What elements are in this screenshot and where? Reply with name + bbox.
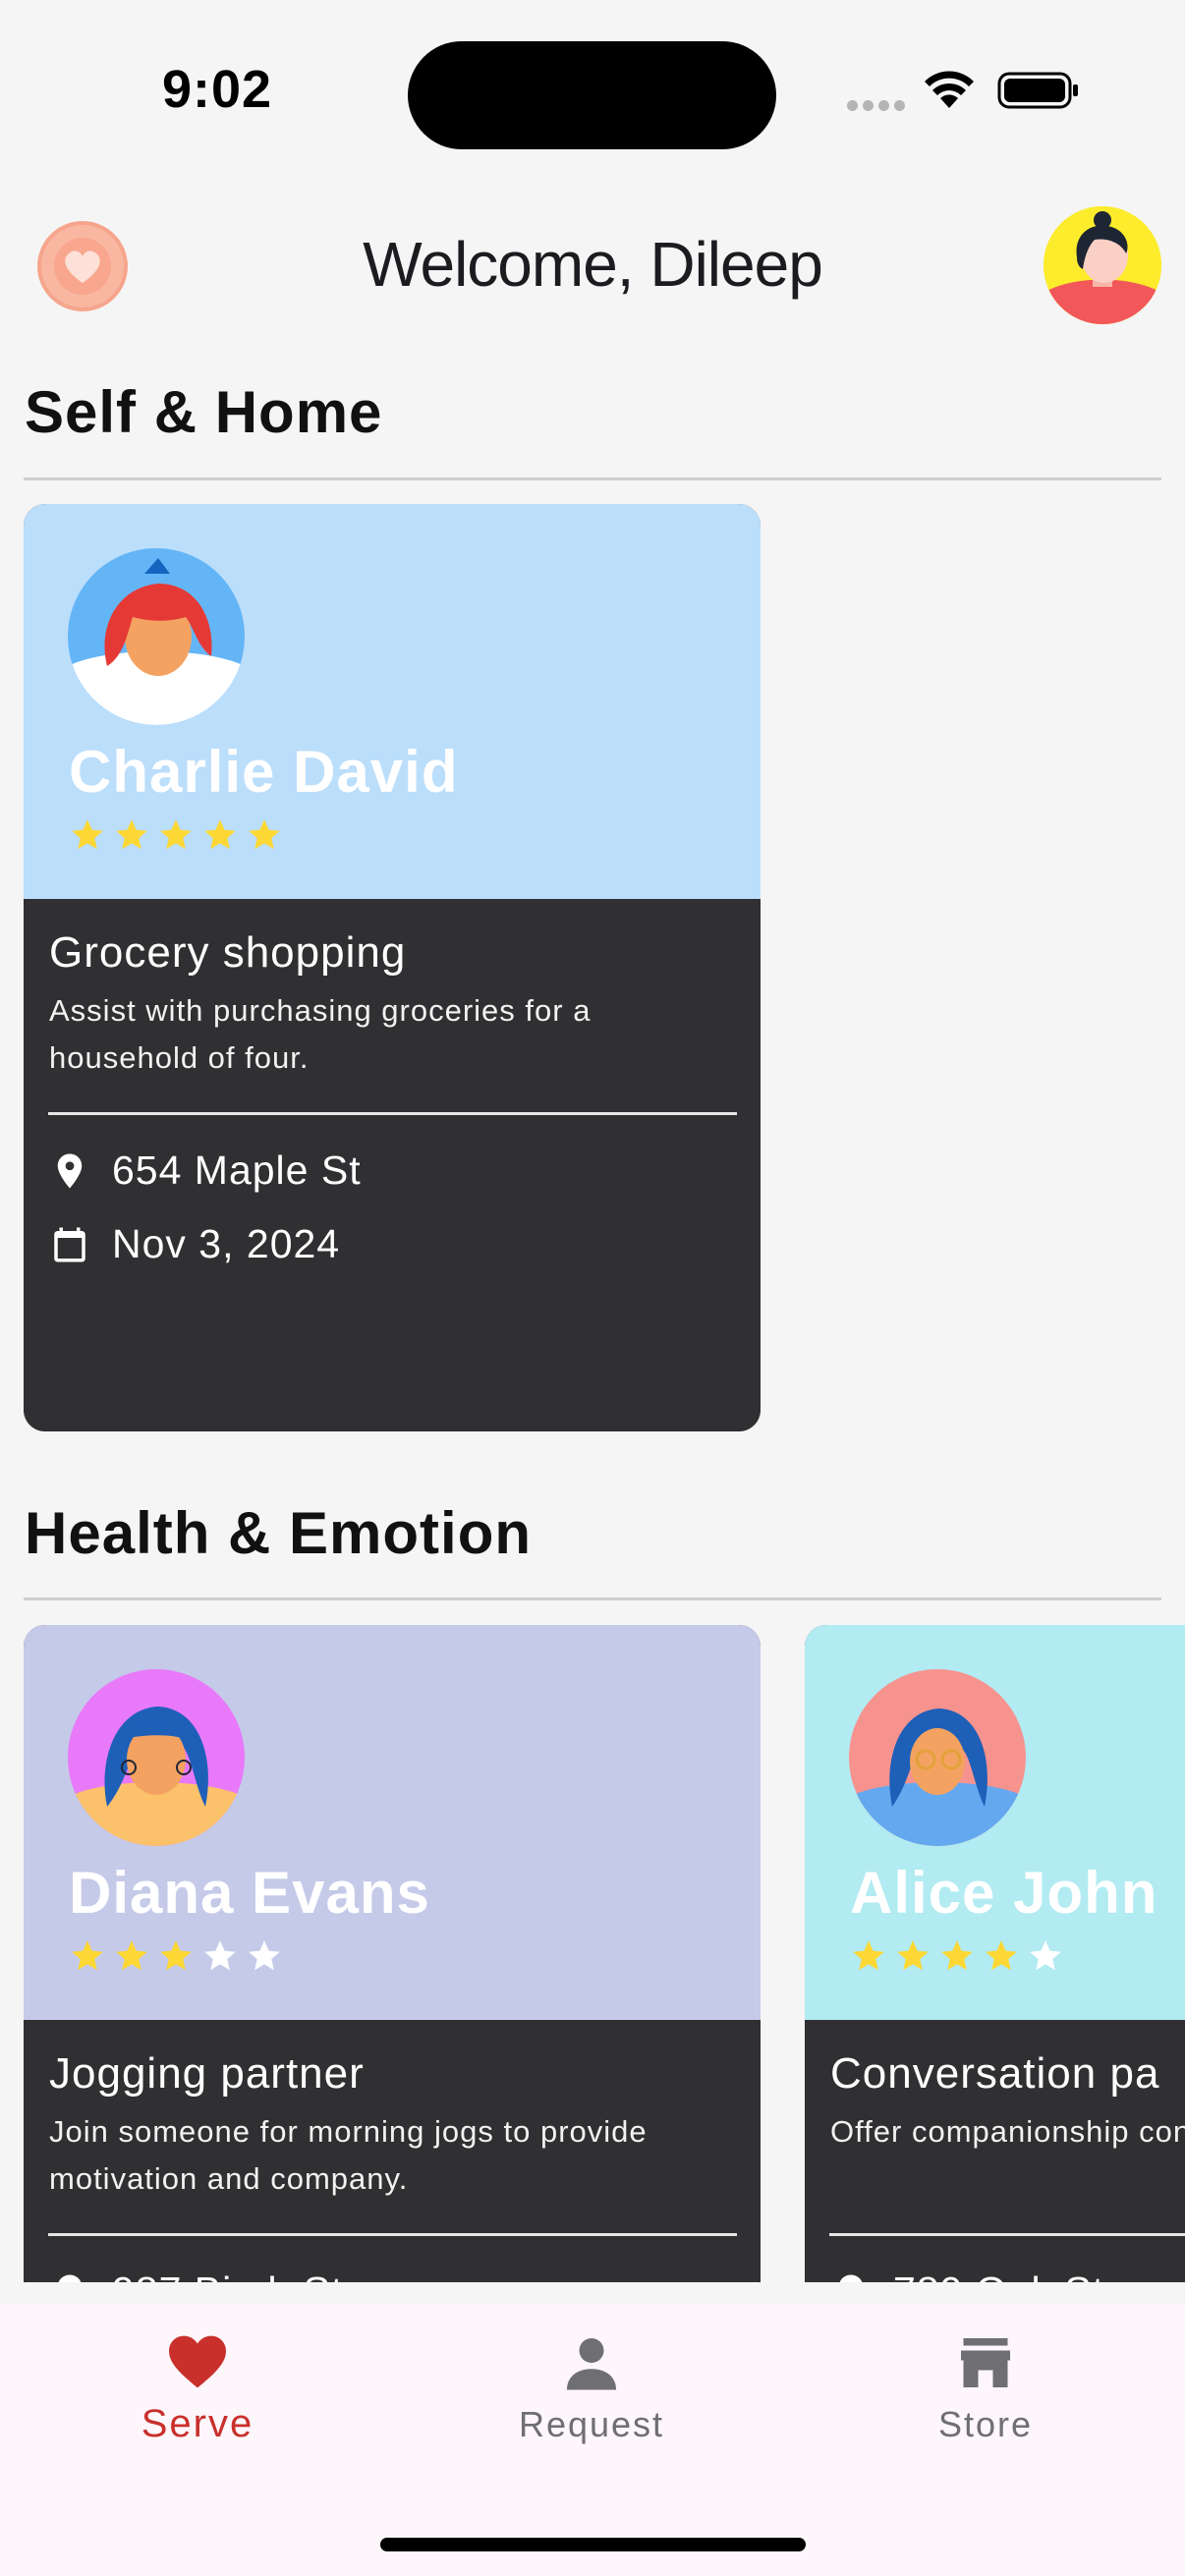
- avatar-illustration: [849, 1669, 1026, 1846]
- star-icon: [897, 1940, 929, 1971]
- task-title: Conversation pa: [830, 2049, 1160, 2098]
- address-text: 654 Maple St: [112, 1148, 362, 1193]
- app-header: Welcome, Dileep: [0, 206, 1185, 324]
- task-title: Grocery shopping: [49, 928, 407, 977]
- star-icon: [1030, 1940, 1061, 1971]
- star-icon: [116, 819, 147, 850]
- wifi-icon: [925, 71, 974, 108]
- volunteer-avatar: [849, 1669, 1026, 1846]
- card-row-self-home: Charlie David Grocery shopping Assist wi…: [24, 504, 1185, 1431]
- address-text: 987 Birch St: [112, 2268, 343, 2282]
- address-row: 789 Oak St: [830, 2268, 1104, 2282]
- cellular-signal-icon: [847, 98, 910, 116]
- card-body: Grocery shopping Assist with purchasing …: [24, 899, 761, 1431]
- section-title-self-home: Self & Home: [25, 379, 383, 445]
- card-divider: [48, 2233, 737, 2236]
- rating-stars: [69, 816, 283, 854]
- card-header: Charlie David: [24, 504, 761, 899]
- service-card[interactable]: Alice John Conversation pa Offer compani…: [805, 1625, 1185, 2282]
- star-icon: [160, 819, 192, 850]
- task-title: Jogging partner: [49, 2049, 365, 2098]
- task-description: Join someone for morning jogs to provide…: [49, 2114, 648, 2196]
- nav-label: Request: [518, 2404, 665, 2444]
- star-icon: [204, 819, 236, 850]
- star-icon: [204, 1940, 236, 1971]
- task-description: Assist with purchasing groceries for a h…: [49, 993, 592, 1075]
- calendar-icon: [54, 1227, 85, 1261]
- section-divider: [24, 1597, 1161, 1600]
- nav-item-store[interactable]: Store: [838, 2333, 1133, 2445]
- card-body: Jogging partner Join someone for morning…: [24, 2020, 761, 2282]
- user-avatar-illustration: [1044, 206, 1161, 324]
- address-text: 789 Oak St: [893, 2268, 1104, 2282]
- star-icon: [160, 1940, 192, 1971]
- volunteer-name: Alice John: [850, 1860, 1158, 1926]
- nav-item-serve[interactable]: Serve: [50, 2333, 345, 2446]
- section-divider: [24, 477, 1161, 480]
- location-pin-icon: [57, 1153, 83, 1188]
- avatar-illustration: [68, 548, 245, 725]
- location-pin-icon: [58, 2274, 82, 2282]
- star-icon: [249, 1940, 280, 1971]
- status-time: 9:02: [162, 60, 273, 119]
- status-bar: 9:02: [0, 0, 1185, 187]
- task-description: Offer companionship conversation for som: [830, 2114, 1185, 2149]
- volunteer-name: Charlie David: [69, 739, 459, 805]
- date-row: Nov 3, 2024: [49, 1221, 340, 1267]
- card-row-health-emotion: Diana Evans Jogging partner Join someone…: [24, 1625, 1185, 2282]
- location-pin-icon: [839, 2274, 863, 2282]
- nav-item-request[interactable]: Request: [444, 2333, 739, 2445]
- heart-icon: [169, 2335, 226, 2388]
- nav-label: Serve: [141, 2402, 254, 2445]
- nav-label: Store: [937, 2404, 1034, 2444]
- volunteer-avatar: [68, 1669, 245, 1846]
- dynamic-island: [408, 41, 776, 149]
- store-icon: [961, 2338, 1010, 2387]
- star-icon: [986, 1940, 1017, 1971]
- avatar-illustration: [68, 1669, 245, 1846]
- card-header: Alice John: [805, 1625, 1185, 2020]
- star-icon: [853, 1940, 884, 1971]
- volunteer-avatar: [68, 548, 245, 725]
- star-icon: [116, 1940, 147, 1971]
- rating-stars: [69, 1937, 283, 1975]
- star-icon: [72, 1940, 103, 1971]
- service-card[interactable]: Charlie David Grocery shopping Assist wi…: [24, 504, 761, 1431]
- volunteer-name: Diana Evans: [69, 1860, 430, 1926]
- profile-avatar[interactable]: [1044, 206, 1161, 324]
- person-icon: [567, 2338, 616, 2390]
- battery-icon: [997, 72, 1078, 109]
- bottom-navigation: Serve Request Store: [0, 2304, 1185, 2576]
- card-body: Conversation pa Offer companionship conv…: [805, 2020, 1185, 2282]
- star-icon: [941, 1940, 973, 1971]
- card-header: Diana Evans: [24, 1625, 761, 2020]
- home-indicator[interactable]: [380, 2538, 806, 2551]
- rating-stars: [850, 1937, 1064, 1975]
- address-row: 987 Birch St: [49, 2268, 343, 2282]
- card-divider: [829, 2233, 1185, 2236]
- section-title-health-emotion: Health & Emotion: [25, 1500, 533, 1566]
- welcome-title: Welcome, Dileep: [363, 229, 823, 300]
- star-icon: [249, 819, 280, 850]
- date-text: Nov 3, 2024: [112, 1221, 341, 1266]
- address-row: 654 Maple St: [49, 1148, 362, 1194]
- service-card[interactable]: Diana Evans Jogging partner Join someone…: [24, 1625, 761, 2282]
- star-icon: [72, 819, 103, 850]
- card-divider: [48, 1112, 737, 1115]
